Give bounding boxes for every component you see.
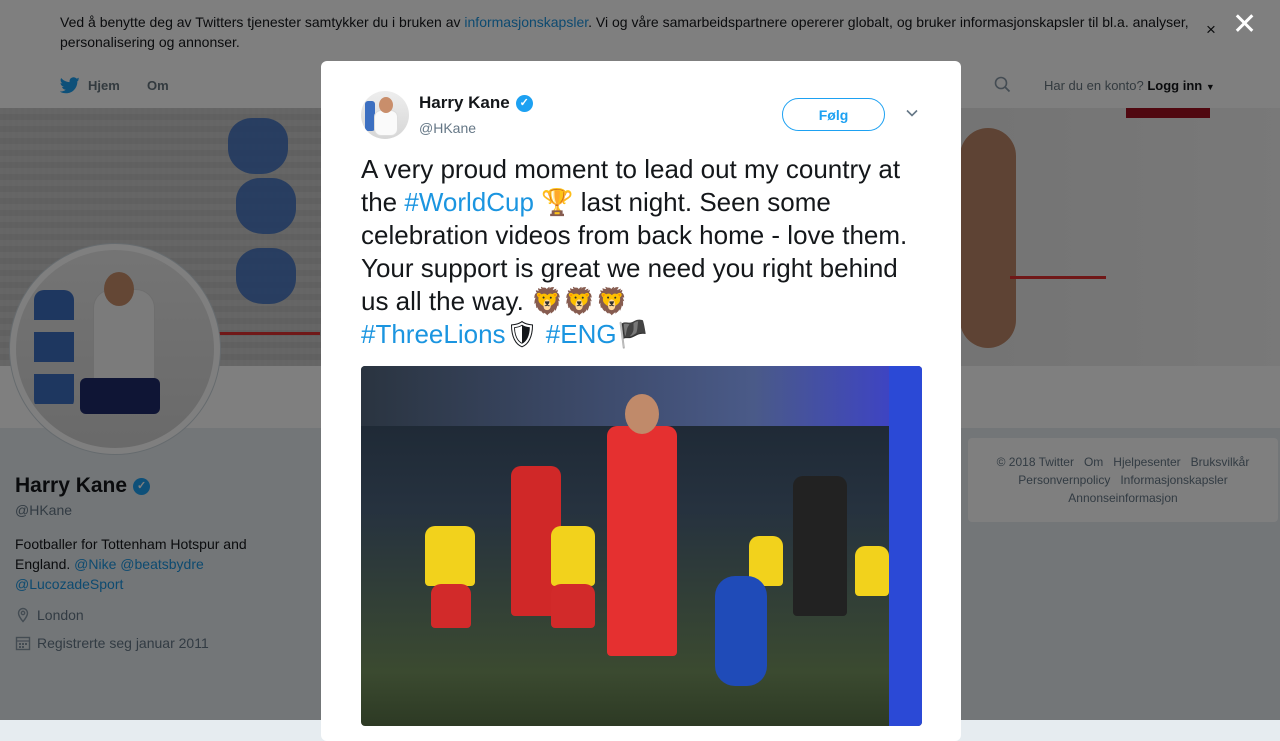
chevron-down-icon[interactable]	[905, 108, 919, 118]
photo-trophy-bin	[715, 576, 767, 686]
hashtag-threelions[interactable]: #ThreeLions	[361, 319, 506, 349]
avatar-mini-lions	[365, 101, 375, 131]
tweet-author-avatar[interactable]	[361, 91, 409, 139]
photo-player-head	[625, 394, 659, 434]
photo-child-yellow	[551, 526, 595, 586]
england-flag-icon: 🏴	[616, 319, 649, 349]
photo-child-yellow	[855, 546, 889, 596]
verified-icon: ✓	[515, 94, 533, 112]
avatar-mini-shirt	[375, 111, 397, 135]
photo-child-yellow	[425, 526, 475, 586]
photo-blue-wall	[889, 366, 922, 726]
tweet-author-name-text: Harry Kane	[419, 93, 510, 112]
three-lions-shield-icon: 🛡	[505, 319, 539, 349]
photo-child-shorts	[431, 584, 471, 628]
photo-goalkeeper	[793, 476, 847, 616]
avatar-mini-head	[379, 97, 393, 113]
tweet-photo[interactable]	[361, 366, 922, 726]
lion-icons: 🦁🦁🦁	[531, 286, 629, 316]
tweet-author-name[interactable]: Harry Kane ✓	[419, 93, 533, 113]
close-icon[interactable]: ✕	[1232, 10, 1257, 40]
tweet-modal: Harry Kane ✓ @HKane Følg A very proud mo…	[321, 61, 961, 741]
world-cup-icon: 🏆	[541, 187, 574, 217]
tweet-author-handle[interactable]: @HKane	[419, 120, 476, 136]
photo-child-shorts	[551, 584, 595, 628]
follow-button[interactable]: Følg	[782, 98, 885, 131]
tweet-text: A very proud moment to lead out my count…	[361, 153, 929, 351]
photo-player-red	[607, 426, 677, 656]
hashtag-worldcup[interactable]: #WorldCup	[404, 187, 534, 217]
hashtag-eng[interactable]: #ENG	[546, 319, 617, 349]
